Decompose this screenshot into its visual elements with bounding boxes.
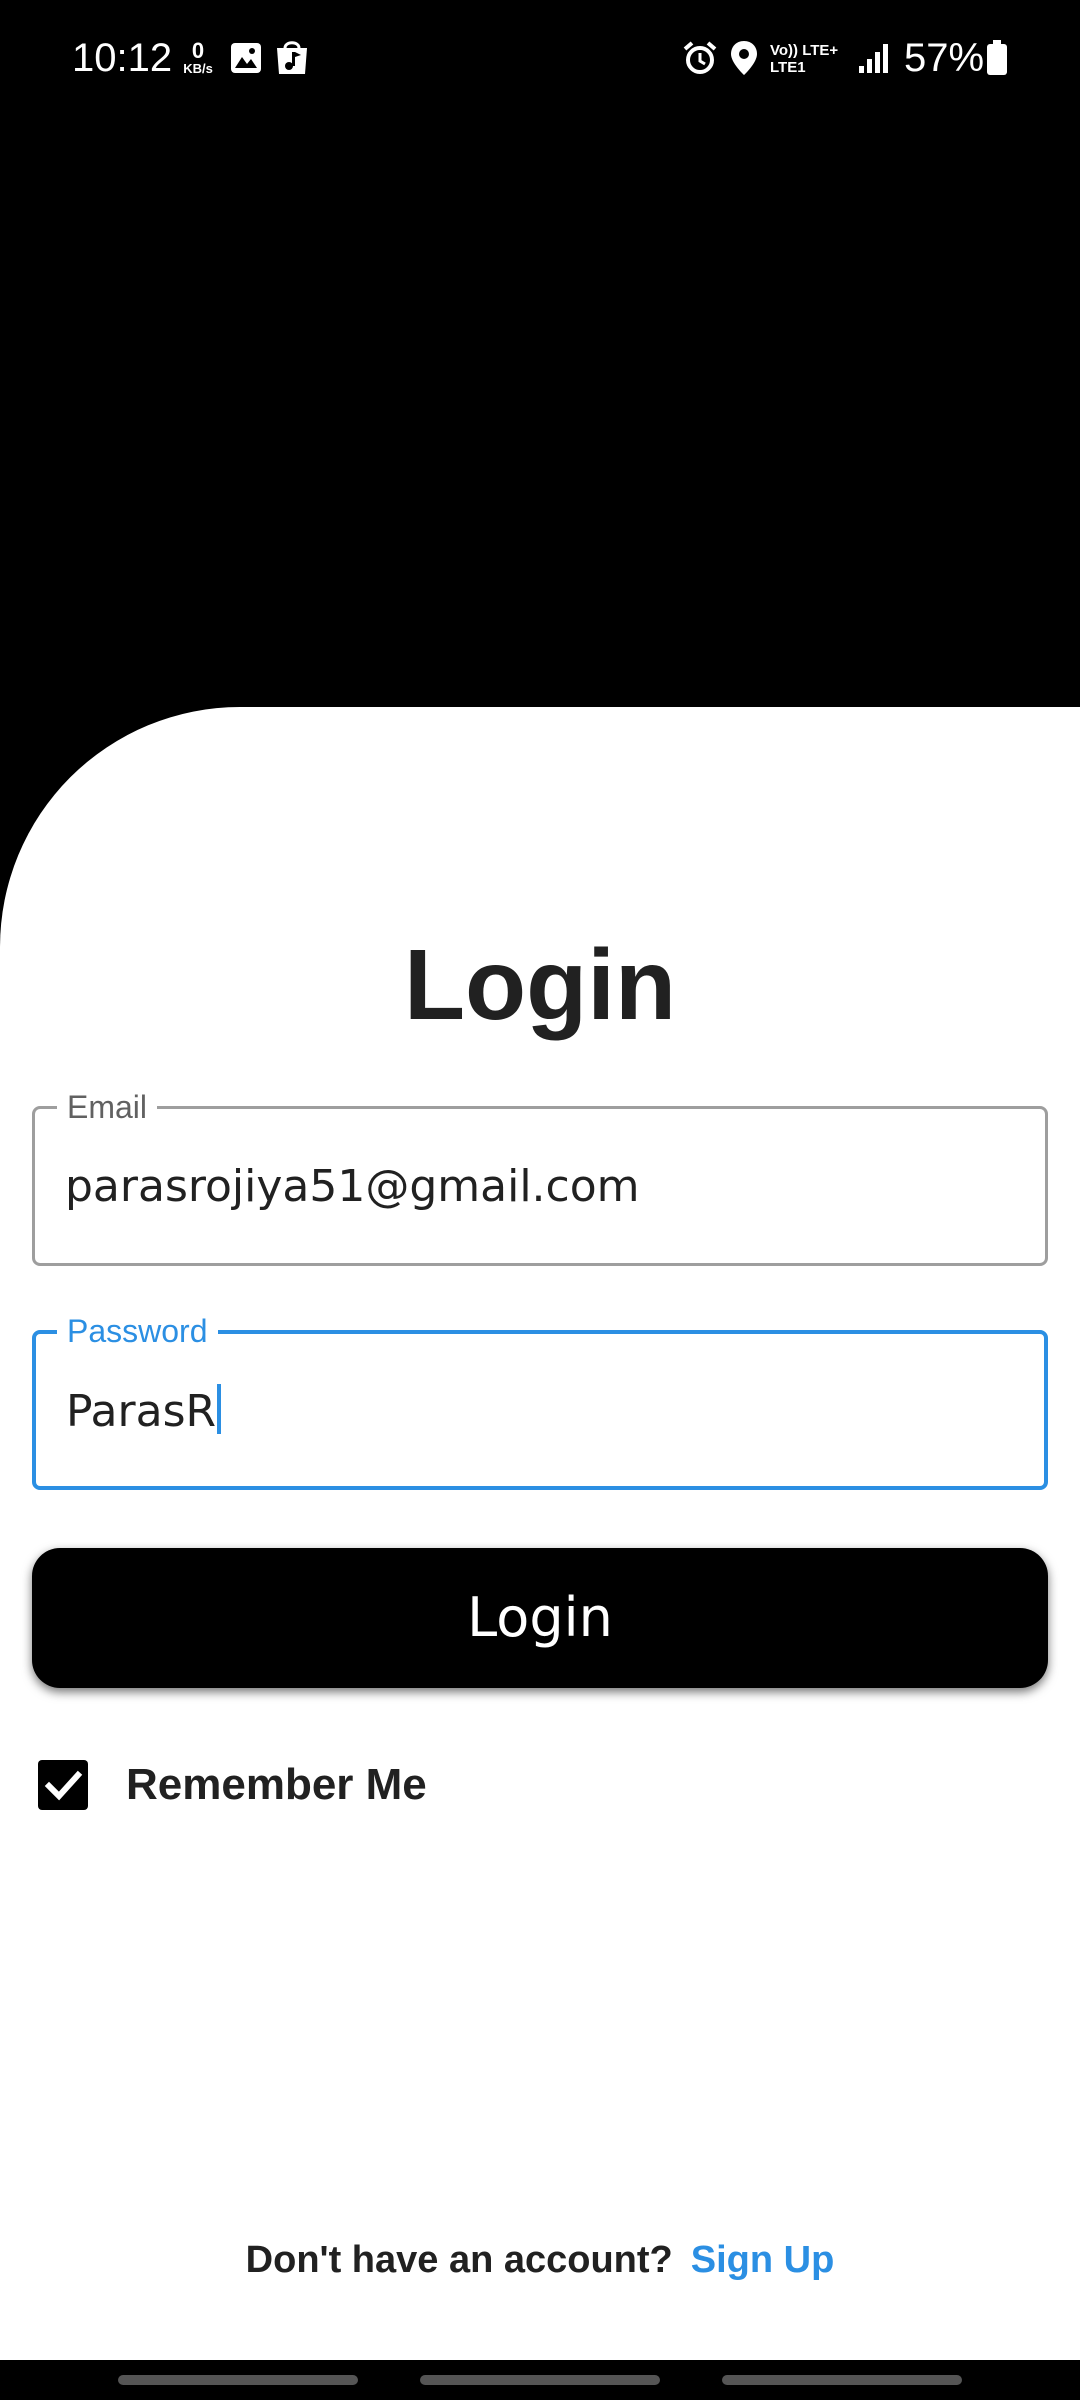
battery-icon — [987, 40, 1007, 75]
text-cursor — [217, 1384, 222, 1434]
status-time: 10:12 — [72, 36, 173, 80]
battery-percentage: 57% — [904, 36, 985, 80]
nav-home-handle[interactable] — [420, 2375, 660, 2385]
email-value[interactable]: parasrojiya51@gmail.com — [65, 1159, 640, 1215]
network-indicator: Vo)) LTE+ LTE1 — [770, 42, 838, 76]
data-rate-unit: KB/s — [183, 61, 213, 76]
remember-me-label[interactable]: Remember Me — [126, 1760, 427, 1810]
password-field[interactable]: Password ParasR — [32, 1311, 1048, 1490]
nav-recents-handle[interactable] — [118, 2375, 358, 2385]
page-title: Login — [403, 929, 677, 1041]
password-value-wrapper[interactable]: ParasR — [66, 1384, 222, 1440]
alarm-icon — [683, 41, 717, 74]
signup-prompt: Don't have an account? Sign Up — [0, 2230, 1080, 2290]
email-field[interactable]: Email parasrojiya51@gmail.com — [32, 1087, 1048, 1266]
remember-me-checkbox[interactable] — [38, 1760, 88, 1810]
nav-back-handle[interactable] — [722, 2375, 962, 2385]
no-account-text: Don't have an account? — [245, 2239, 673, 2281]
checkmark-icon — [44, 1770, 83, 1801]
app-notification-icon — [277, 41, 307, 74]
email-label: Email — [57, 1087, 158, 1127]
data-rate-value: 0 — [191, 38, 205, 63]
network-type-bottom: LTE1 — [770, 59, 806, 76]
sign-up-link[interactable]: Sign Up — [691, 2239, 835, 2281]
navigation-bar — [0, 2360, 1080, 2400]
location-icon — [731, 41, 757, 75]
signal-icon — [859, 44, 888, 73]
image-icon — [231, 43, 261, 73]
data-rate-indicator: 0 KB/s — [178, 38, 218, 76]
network-type-top: Vo)) LTE+ — [770, 42, 839, 59]
password-value: ParasR — [66, 1386, 217, 1437]
password-label: Password — [57, 1311, 218, 1351]
status-bar: 10:12 0 KB/s Vo)) LTE+ LTE1 57% — [0, 0, 1080, 120]
login-button[interactable]: Login — [32, 1548, 1048, 1688]
